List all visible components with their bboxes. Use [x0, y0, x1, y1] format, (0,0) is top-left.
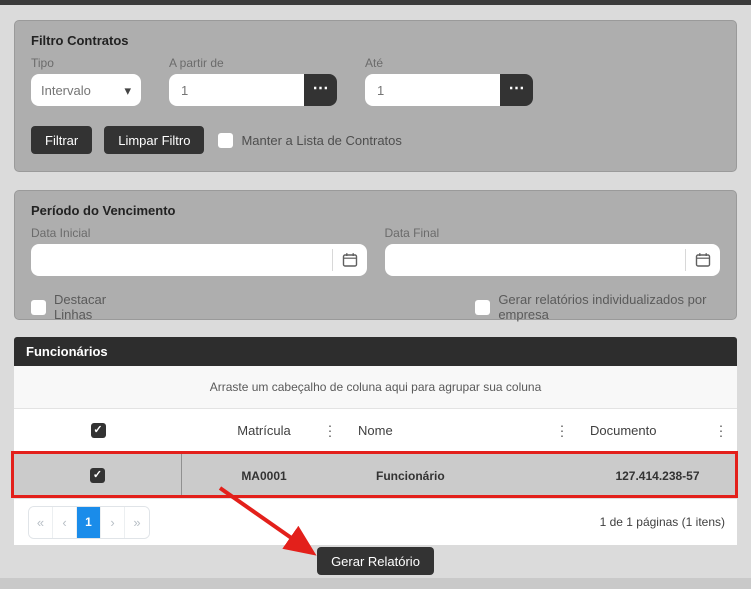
gerar-individualizados-label: Gerar relatórios individualizados por em… — [498, 292, 707, 322]
bottom-window-edge — [0, 578, 751, 589]
check-icon: ✓ — [92, 469, 103, 481]
tipo-selected-value: Intervalo — [41, 82, 91, 98]
action-row: Gerar Relatório — [0, 547, 751, 575]
ate-group: ⋯ — [365, 74, 533, 106]
column-header-matricula[interactable]: Matrícula ⋮ — [182, 409, 346, 452]
last-page-button[interactable]: » — [125, 506, 149, 538]
manter-lista-label: Manter a Lista de Contratos — [241, 132, 402, 148]
select-all-checkbox[interactable]: ✓ — [90, 423, 106, 438]
ate-lookup-button[interactable]: ⋯ — [500, 74, 533, 106]
tipo-label: Tipo — [31, 56, 54, 70]
page-1-button[interactable]: 1 — [77, 506, 101, 538]
tipo-field: Tipo Intervalo ▾ — [31, 56, 141, 106]
column-menu-icon[interactable]: ⋮ — [551, 420, 573, 441]
page: { "colors": { "page": "#dbdbdb", "panel"… — [0, 0, 751, 589]
row-checkbox[interactable]: ✓ — [90, 468, 105, 483]
table-row[interactable]: ✓ MA0001 Funcionário 127.414.238-57 — [14, 453, 737, 498]
filtrar-button[interactable]: Filtrar — [31, 126, 93, 154]
a-partir-de-input[interactable] — [169, 74, 304, 106]
column-header-nome[interactable]: Nome ⋮ — [346, 409, 578, 452]
a-partir-de-group: ⋯ — [169, 74, 337, 106]
pager: « ‹ 1 › » — [28, 505, 150, 539]
gerar-individualizados-checkbox-wrap[interactable]: Gerar relatórios individualizados por em… — [475, 292, 720, 322]
filtro-contratos-title: Filtro Contratos — [31, 33, 129, 48]
funcionarios-table: Funcionários Arraste um cabeçalho de col… — [14, 337, 737, 545]
manter-lista-checkbox[interactable] — [218, 132, 234, 148]
data-final-calendar-button[interactable] — [685, 249, 720, 271]
column-header-label: Nome — [358, 423, 393, 438]
check-icon: ✓ — [93, 424, 103, 436]
a-partir-de-field: A partir de ⋯ — [169, 56, 337, 106]
row-select-cell: ✓ — [14, 453, 182, 498]
a-partir-de-label: A partir de — [169, 56, 224, 70]
periodo-vencimento-title: Período do Vencimento — [31, 203, 176, 218]
data-final-field: Data Final — [384, 226, 720, 276]
data-inicial-label: Data Inicial — [31, 226, 91, 240]
ate-input[interactable] — [365, 74, 500, 106]
tipo-select[interactable]: Intervalo ▾ — [31, 74, 141, 106]
select-all-header-cell: ✓ — [14, 409, 182, 452]
ellipsis-icon: ⋯ — [312, 80, 329, 97]
matricula-value: MA0001 — [241, 468, 287, 483]
limpar-filtro-button[interactable]: Limpar Filtro — [104, 126, 205, 154]
pagination-bar: « ‹ 1 › » 1 de 1 páginas (1 itens) — [14, 498, 737, 545]
destacar-linhas-label: Destacar Linhas — [54, 292, 107, 322]
data-final-label: Data Final — [384, 226, 440, 240]
group-by-drop-area[interactable]: Arraste um cabeçalho de coluna aqui para… — [14, 366, 737, 409]
ate-label: Até — [365, 56, 384, 70]
data-final-input-wrap — [384, 244, 720, 276]
destacar-linhas-checkbox[interactable] — [31, 299, 46, 315]
column-header-label: Matrícula — [237, 423, 291, 438]
nome-value: Funcionário — [376, 468, 445, 483]
data-inicial-calendar-button[interactable] — [331, 249, 367, 271]
filtro-buttons-row: Filtrar Limpar Filtro Manter a Lista de … — [31, 126, 720, 154]
destacar-linhas-checkbox-wrap[interactable]: Destacar Linhas — [31, 292, 131, 322]
prev-page-button[interactable]: ‹ — [53, 506, 77, 538]
calendar-icon — [342, 253, 357, 267]
next-page-button[interactable]: › — [101, 506, 125, 538]
documento-value: 127.414.238-57 — [615, 468, 700, 483]
chevron-down-icon: ▾ — [124, 82, 131, 98]
column-menu-icon[interactable]: ⋮ — [319, 420, 341, 441]
data-final-input[interactable] — [384, 244, 685, 276]
first-page-button[interactable]: « — [29, 506, 53, 538]
ellipsis-icon: ⋯ — [508, 80, 525, 97]
manter-lista-checkbox-wrap[interactable]: Manter a Lista de Contratos — [218, 132, 402, 148]
ate-field: Até ⋯ — [365, 56, 533, 106]
top-window-bar — [0, 0, 751, 5]
row-documento-cell: 127.414.238-57 — [578, 453, 737, 498]
gerar-individualizados-checkbox[interactable] — [475, 299, 491, 315]
a-partir-de-lookup-button[interactable]: ⋯ — [304, 74, 337, 106]
date-fields-row: Data Inicial Data Final — [31, 226, 720, 276]
calendar-icon — [695, 253, 711, 267]
periodo-checkboxes-row: Destacar Linhas Gerar relatórios individ… — [31, 292, 720, 322]
column-menu-icon[interactable]: ⋮ — [710, 420, 732, 441]
filtro-fields-row: Tipo Intervalo ▾ A partir de ⋯ Até ⋯ — [31, 56, 720, 106]
row-matricula-cell: MA0001 — [182, 453, 346, 498]
table-header-row: ✓ Matrícula ⋮ Nome ⋮ Documento ⋮ — [14, 409, 737, 453]
filtro-contratos-panel: Filtro Contratos Tipo Intervalo ▾ A part… — [14, 20, 737, 172]
column-header-documento[interactable]: Documento ⋮ — [578, 409, 737, 452]
periodo-vencimento-panel: Período do Vencimento Data Inicial Data … — [14, 190, 737, 322]
data-inicial-field: Data Inicial — [31, 226, 367, 276]
column-header-label: Documento — [590, 423, 657, 438]
data-inicial-input-wrap — [31, 244, 367, 276]
funcionarios-title-bar: Funcionários — [14, 337, 737, 366]
row-nome-cell: Funcionário — [346, 453, 578, 498]
data-inicial-input[interactable] — [31, 244, 332, 276]
pagination-summary: 1 de 1 páginas (1 itens) — [599, 515, 725, 529]
gerar-relatorio-button[interactable]: Gerar Relatório — [317, 547, 434, 575]
